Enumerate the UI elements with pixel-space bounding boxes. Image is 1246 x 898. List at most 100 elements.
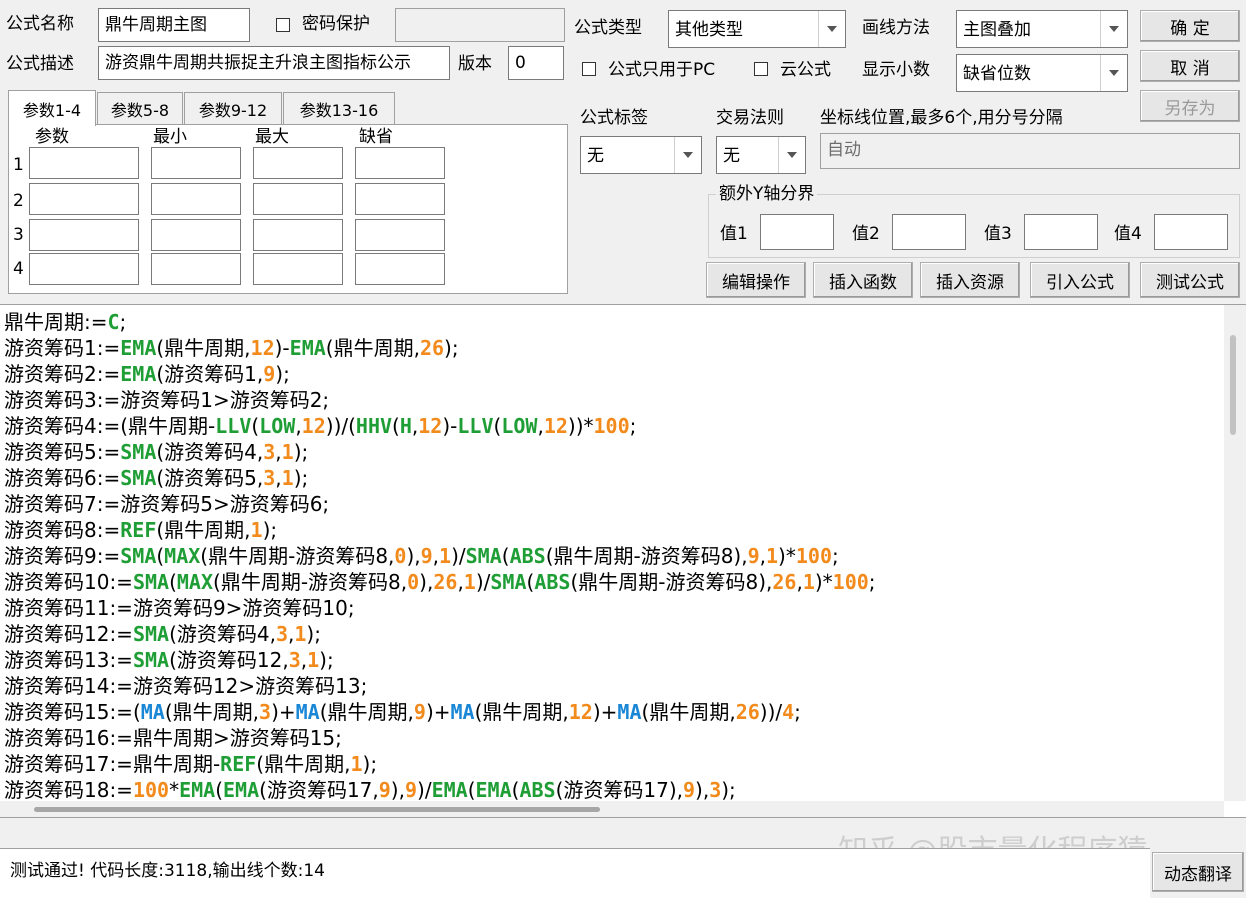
param-2-name-input[interactable] [29, 183, 139, 215]
dynamic-translate-button[interactable]: 动态翻译 [1152, 852, 1244, 892]
tab-params-13-16[interactable]: 参数13-16 [283, 92, 395, 124]
code-number-token: 4 [782, 700, 795, 724]
param-1-default-input[interactable] [355, 147, 445, 179]
version-input[interactable]: 0 [508, 46, 564, 80]
import-formula-button[interactable]: 引入公式 [1030, 262, 1130, 298]
param-3-name-input[interactable] [29, 219, 139, 251]
value1-input[interactable] [760, 214, 834, 250]
param-1-max-input[interactable] [253, 147, 343, 179]
code-number-token: 1 [281, 466, 294, 490]
param-1-name-input[interactable] [29, 147, 139, 179]
param-2-min-input[interactable] [151, 183, 241, 215]
param-3-min-input[interactable] [151, 219, 241, 251]
code-function-token: SMA [132, 648, 170, 672]
code-line[interactable]: 游资筹码3:=游资筹码1>游资筹码2; [4, 387, 876, 413]
code-text-token: 游资筹码16:=鼎牛周期>游资筹码15; [4, 726, 342, 750]
code-number-token: 3 [275, 622, 289, 646]
code-line[interactable]: 游资筹码14:=游资筹码12>游资筹码13; [4, 673, 876, 699]
code-function-token: C [107, 310, 120, 334]
param-4-max-input[interactable] [253, 253, 343, 285]
code-text[interactable]: 鼎牛周期:=C; 游资筹码1:=EMA(鼎牛周期,12)-EMA(鼎牛周期,26)… [4, 309, 876, 817]
insert-resource-button[interactable]: 插入资源 [920, 262, 1020, 298]
code-line[interactable]: 游资筹码13:=SMA(游资筹码12,3,1); [4, 647, 876, 673]
tab-params-9-12[interactable]: 参数9-12 [184, 92, 282, 124]
password-checkbox[interactable] [276, 18, 290, 32]
value2-input[interactable] [892, 214, 966, 250]
formula-tag-select[interactable]: 无 [580, 136, 702, 174]
param-3-max-input[interactable] [253, 219, 343, 251]
horizontal-scrollbar[interactable] [0, 801, 1224, 817]
tab-params-1-4[interactable]: 参数1-4 [8, 90, 96, 126]
code-text-token: (游资筹码17, [259, 778, 379, 802]
horizontal-scrollbar-thumb[interactable] [34, 807, 600, 812]
tab-params-5-8[interactable]: 参数5-8 [97, 92, 183, 124]
code-function-token: MA [450, 700, 475, 724]
vertical-scrollbar-thumb[interactable] [1230, 335, 1236, 435]
param-3-default-input[interactable] [355, 219, 445, 251]
save-as-button[interactable]: 另存为 [1140, 90, 1240, 122]
edit-ops-button[interactable]: 编辑操作 [706, 262, 806, 298]
param-header-default: 缺省 [359, 127, 393, 147]
code-function-token: ABS [509, 544, 546, 568]
param-2-default-input[interactable] [355, 183, 445, 215]
value3-input[interactable] [1024, 214, 1098, 250]
decimal-select[interactable]: 缺省位数 [956, 54, 1128, 92]
vertical-scrollbar[interactable] [1224, 305, 1246, 801]
code-text-token: 游资筹码11:=游资筹码9>游资筹码10; [4, 596, 355, 620]
param-header-min: 最小 [153, 127, 187, 147]
ok-button[interactable]: 确 定 [1140, 10, 1240, 42]
code-line[interactable]: 游资筹码17:=鼎牛周期-REF(鼎牛周期,1); [4, 751, 876, 777]
code-line[interactable]: 游资筹码9:=SMA(MAX(鼎牛周期-游资筹码8,0),9,1)/SMA(AB… [4, 543, 876, 569]
code-number-token: 3 [259, 700, 272, 724]
password-input[interactable] [395, 8, 565, 42]
code-function-token: SMA [490, 570, 527, 594]
code-number-token: 1 [281, 440, 294, 464]
insert-function-button[interactable]: 插入函数 [813, 262, 913, 298]
pc-only-checkbox[interactable] [582, 62, 596, 76]
code-line[interactable]: 游资筹码7:=游资筹码5>游资筹码6; [4, 491, 876, 517]
value4-input[interactable] [1154, 214, 1228, 250]
param-2-max-input[interactable] [253, 183, 343, 215]
trade-rule-select[interactable]: 无 [716, 136, 806, 174]
code-text-token: ))/ [759, 700, 783, 724]
param-4-name-input[interactable] [29, 253, 139, 285]
code-line[interactable]: 游资筹码11:=游资筹码9>游资筹码10; [4, 595, 876, 621]
param-4-default-input[interactable] [355, 253, 445, 285]
code-line[interactable]: 游资筹码10:=SMA(MAX(鼎牛周期-游资筹码8,0),26,1)/SMA(… [4, 569, 876, 595]
code-line[interactable]: 游资筹码18:=100*EMA(EMA(游资筹码17,9),9)/EMA(EMA… [4, 777, 876, 803]
code-editor[interactable]: 鼎牛周期:=C; 游资筹码1:=EMA(鼎牛周期,12)-EMA(鼎牛周期,26)… [0, 304, 1246, 818]
code-text-token: ; [831, 544, 839, 568]
cancel-button[interactable]: 取 消 [1140, 50, 1240, 82]
code-text-token: (鼎牛周期, [325, 336, 420, 360]
chevron-down-icon[interactable] [674, 137, 701, 173]
coord-lines-input[interactable]: 自动 [820, 133, 1240, 169]
code-text-token: ; [629, 414, 637, 438]
formula-type-select[interactable]: 其他类型 [668, 10, 846, 48]
code-line[interactable]: 游资筹码15:=(MA(鼎牛周期,3)+MA(鼎牛周期,9)+MA(鼎牛周期,1… [4, 699, 876, 725]
code-line[interactable]: 鼎牛周期:=C; [4, 309, 876, 335]
param-1-min-input[interactable] [151, 147, 241, 179]
chevron-down-icon[interactable] [818, 11, 845, 47]
code-number-token: 12 [418, 414, 443, 438]
code-line[interactable]: 游资筹码16:=鼎牛周期>游资筹码15; [4, 725, 876, 751]
param-4-min-input[interactable] [151, 253, 241, 285]
code-line[interactable]: 游资筹码12:=SMA(游资筹码4,3,1); [4, 621, 876, 647]
code-line[interactable]: 游资筹码6:=SMA(游资筹码5,3,1); [4, 465, 876, 491]
code-text-token: ( [156, 544, 165, 568]
formula-name-input[interactable]: 鼎牛周期主图 [98, 8, 250, 42]
code-number-token: 3 [263, 466, 276, 490]
code-line[interactable]: 游资筹码5:=SMA(游资筹码4,3,1); [4, 439, 876, 465]
chevron-down-icon[interactable] [1100, 55, 1127, 91]
cloud-formula-checkbox[interactable] [754, 62, 768, 76]
draw-method-select[interactable]: 主图叠加 [956, 10, 1128, 48]
code-line[interactable]: 游资筹码2:=EMA(游资筹码1,9); [4, 361, 876, 387]
test-formula-button[interactable]: 测试公式 [1140, 262, 1240, 298]
code-line[interactable]: 游资筹码8:=REF(鼎牛周期,1); [4, 517, 876, 543]
code-line[interactable]: 游资筹码4:=(鼎牛周期-LLV(LOW,12))/(HHV(H,12)-LLV… [4, 413, 876, 439]
params-panel: 参数 最小 最大 缺省 1 2 3 4 [8, 124, 568, 294]
code-line[interactable]: 游资筹码1:=EMA(鼎牛周期,12)-EMA(鼎牛周期,26); [4, 335, 876, 361]
chevron-down-icon[interactable] [778, 137, 805, 173]
chevron-down-icon[interactable] [1100, 11, 1127, 47]
formula-desc-input[interactable]: 游资鼎牛周期共振捉主升浪主图指标公示 [98, 46, 450, 80]
code-number-token: 3 [709, 778, 722, 802]
